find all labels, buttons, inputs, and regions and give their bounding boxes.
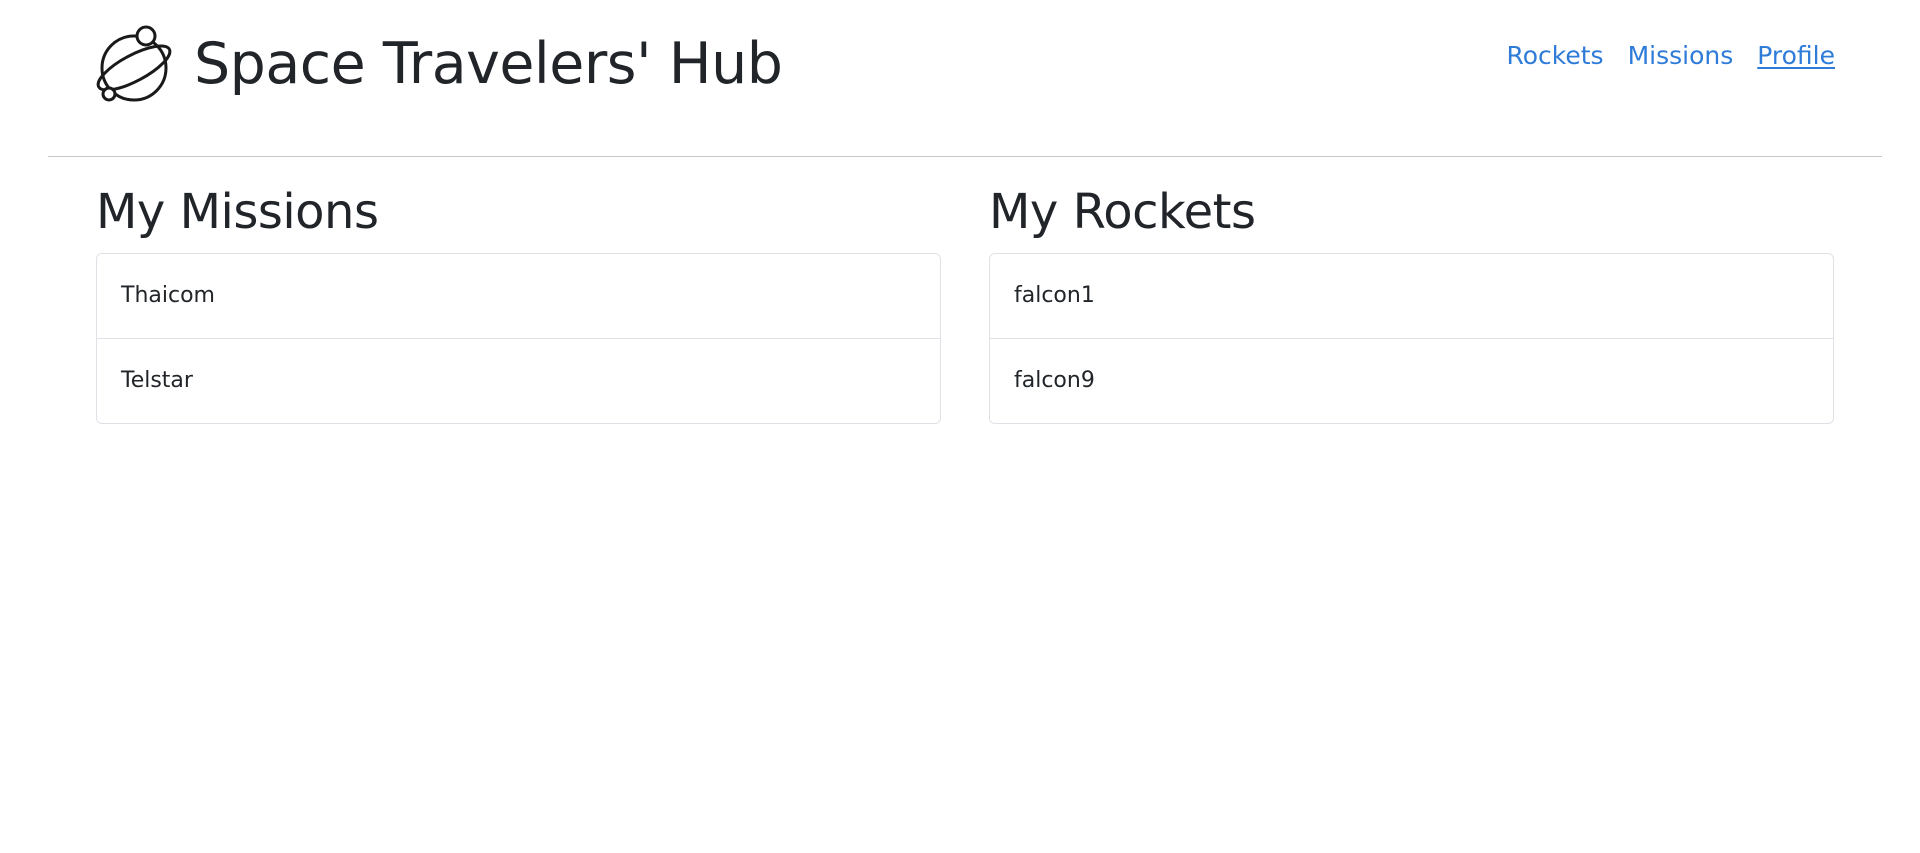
brand[interactable]: Space Travelers' Hub — [96, 22, 783, 106]
list-item: Telstar — [97, 338, 940, 423]
nav-link-missions[interactable]: Missions — [1628, 40, 1734, 72]
main-nav: Rockets Missions Profile — [1506, 40, 1835, 72]
list-item: Thaicom — [121, 283, 215, 308]
my-rockets-heading: My Rockets — [989, 184, 1256, 240]
list-item: falcon9 — [990, 338, 1833, 423]
site-title: Space Travelers' Hub — [194, 30, 783, 97]
my-missions-heading: My Missions — [96, 184, 379, 240]
planet-logo-icon — [96, 25, 172, 102]
nav-link-rockets[interactable]: Rockets — [1506, 40, 1603, 72]
my-missions-section: My Missions Thaicom Telstar — [96, 178, 941, 424]
rockets-list: falcon1 falcon9 — [989, 253, 1834, 424]
list-item: falcon1 — [1014, 283, 1095, 308]
my-rockets-section: My Rockets falcon1 falcon9 — [989, 178, 1834, 424]
site-header: Space Travelers' Hub Rockets Missions Pr… — [48, 0, 1882, 157]
missions-list: Thaicom Telstar — [96, 253, 941, 424]
nav-link-profile[interactable]: Profile — [1757, 40, 1835, 72]
